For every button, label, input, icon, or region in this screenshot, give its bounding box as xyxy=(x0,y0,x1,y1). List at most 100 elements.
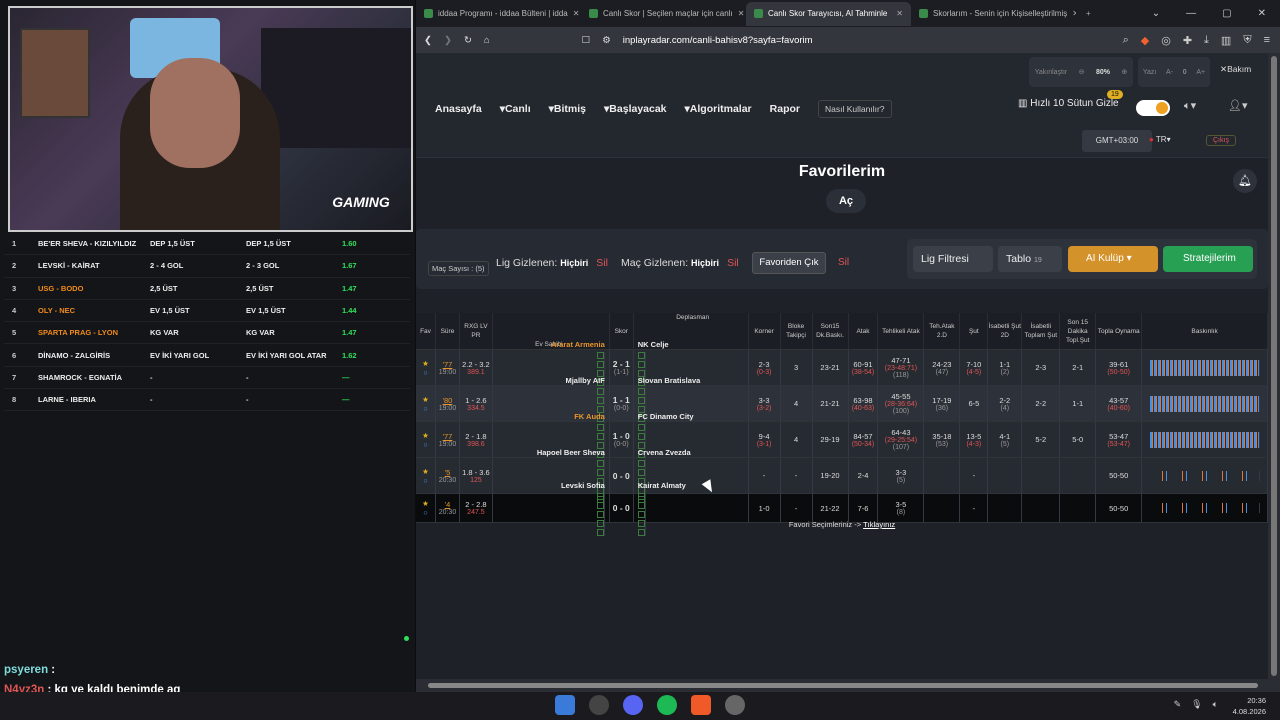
star-icon[interactable]: ★ xyxy=(422,499,429,508)
home-icon[interactable]: ⌂ xyxy=(484,35,490,46)
strategies-button[interactable]: Stratejilerim xyxy=(1163,246,1253,272)
font-control[interactable]: Yazı A- 0 A+ xyxy=(1138,57,1210,87)
bell-icon[interactable]: 🔔︎ xyxy=(1233,169,1257,193)
menu-item[interactable]: ▾Başlayacak xyxy=(604,103,667,115)
open-button[interactable]: Aç xyxy=(826,189,866,213)
column-header[interactable]: Süre xyxy=(436,313,460,349)
home-team[interactable]: Hapoel Beer Sheva xyxy=(537,448,605,457)
hide-columns-button[interactable]: ▥ Hızlı 10 Sütun Gizle xyxy=(1018,98,1119,109)
discord-icon[interactable] xyxy=(623,695,643,715)
match-clear-button[interactable]: Sil xyxy=(727,257,739,269)
menu-icon[interactable]: ≡ xyxy=(1264,34,1270,47)
match-row[interactable]: ★ ○ '77 19:00 2.2 - 3.2 389.1 Ararat Armenia 2 … xyxy=(416,340,1268,395)
zoom-control[interactable]: Yakınlaştır ⊖ 80% ⊕ xyxy=(1029,57,1133,87)
footer-link[interactable]: Tıklayınız xyxy=(863,520,895,529)
info-icon[interactable]: ○ xyxy=(423,368,428,377)
column-header[interactable]: Bloke Takipçi xyxy=(781,313,813,349)
extension-icon[interactable]: ◎ xyxy=(1161,34,1171,47)
away-team[interactable]: NK Celje xyxy=(638,340,669,349)
zoom-icon[interactable]: ⌕ xyxy=(1123,34,1129,47)
brave-icon[interactable] xyxy=(691,695,711,715)
brave-shield-icon[interactable]: ◆ xyxy=(1141,34,1149,47)
new-tab-icon[interactable]: + xyxy=(1076,9,1101,18)
sidebar-icon[interactable]: ▥ xyxy=(1221,34,1231,47)
star-icon[interactable]: ★ xyxy=(422,395,429,404)
column-header[interactable]: Topla Oynama xyxy=(1096,313,1143,349)
star-icon[interactable]: ★ xyxy=(422,467,429,476)
match-row[interactable]: ★ ○ '80 19:00 1 - 2.6 334.5 Mjallby AIF 1 - 1 (0… xyxy=(416,376,1268,431)
column-header[interactable]: Korner xyxy=(749,313,781,349)
menu-item[interactable]: ▾Canlı xyxy=(500,103,531,115)
league-clear-button[interactable]: Sil xyxy=(596,257,608,269)
vertical-scrollbar[interactable] xyxy=(1268,53,1280,679)
menu-item[interactable]: Anasayfa xyxy=(435,103,482,115)
close-tab-icon[interactable]: ✕ xyxy=(738,9,745,18)
away-team[interactable]: FC Dinamo City xyxy=(638,412,694,421)
match-row[interactable]: ★ ○ '5 20:30 1.8 - 3.6 125 Hapoel Beer Sheva 0 … xyxy=(416,448,1268,503)
column-header[interactable]: Son 15 Dakika Topl.Şut xyxy=(1060,313,1097,349)
font-plus-button[interactable]: A+ xyxy=(1196,69,1205,76)
user-icon[interactable]: 👤︎▾ xyxy=(1228,99,1248,112)
info-icon[interactable]: ○ xyxy=(423,476,428,485)
menu-item[interactable]: Rapor xyxy=(770,103,800,115)
column-header[interactable]: Skor xyxy=(610,313,634,349)
chevron-down-icon[interactable]: ⌄ xyxy=(1152,8,1160,19)
pen-icon[interactable]: ✎ xyxy=(1174,699,1182,710)
browser-tab[interactable]: Skorlarım - Senin için Kişiselleştirilmi… xyxy=(911,2,1076,26)
column-header[interactable]: Atak xyxy=(849,313,879,349)
theme-toggle[interactable] xyxy=(1136,100,1170,116)
unfavorite-clear-button[interactable]: Sil xyxy=(838,257,849,268)
info-icon[interactable]: ○ xyxy=(423,404,428,413)
chat-user[interactable]: psyeren xyxy=(4,664,48,676)
zoom-out-icon[interactable]: ⊖ xyxy=(1079,68,1085,76)
home-team[interactable]: Mjallby AIF xyxy=(565,376,604,385)
minimize-icon[interactable]: — xyxy=(1186,8,1196,19)
close-icon[interactable]: ✕ xyxy=(1258,8,1266,19)
home-team[interactable]: FK Auda xyxy=(574,412,605,421)
table-button[interactable]: Tablo 19 xyxy=(998,246,1062,272)
column-header[interactable]: Tehlikeli Atak xyxy=(878,313,925,349)
logout-button[interactable]: Çıkış xyxy=(1206,135,1236,146)
away-team[interactable]: Kairat Almaty xyxy=(638,481,686,490)
horizontal-scrollbar[interactable] xyxy=(416,679,1280,692)
reload-icon[interactable]: ↻ xyxy=(464,35,472,46)
vpn-icon[interactable]: ⛨ xyxy=(1243,34,1251,47)
globe-icon[interactable] xyxy=(725,695,745,715)
site-settings-icon[interactable]: ⚙ xyxy=(602,35,611,46)
star-icon[interactable]: ★ xyxy=(422,359,429,368)
column-header[interactable]: RXG LV PR xyxy=(460,313,493,349)
bookmark-icon[interactable]: ☐ xyxy=(582,35,591,46)
app-icon[interactable] xyxy=(589,695,609,715)
column-header[interactable]: İsabetli Şut 2D xyxy=(988,313,1023,349)
menu-item[interactable]: ▾Algoritmalar xyxy=(685,103,752,115)
close-tab-icon[interactable]: ✕ xyxy=(573,9,580,18)
volume-icon[interactable]: 🔈︎ xyxy=(1213,699,1218,710)
sound-icon[interactable]: 🔈︎▾ xyxy=(1184,99,1196,113)
column-header[interactable]: Teh.Atak 2.D xyxy=(924,313,961,349)
zoom-in-icon[interactable]: ⊕ xyxy=(1121,68,1127,76)
unfavorite-button[interactable]: Favoriden Çık xyxy=(752,252,826,274)
away-team[interactable]: Slovan Bratislava xyxy=(638,376,701,385)
language-select[interactable]: ● TR▾ xyxy=(1149,135,1171,144)
browser-tab[interactable]: Canlı Skor | Seçilen maçlar için canlı ✕ xyxy=(581,2,746,26)
match-row[interactable]: ★ ○ '4 20:30 2 - 2.8 247.5 Levski Sofia 0 - 0 Ka… xyxy=(416,481,1268,536)
font-minus-button[interactable]: A- xyxy=(1166,69,1173,76)
download-icon[interactable]: ⤓ xyxy=(1204,34,1209,47)
back-icon[interactable]: ❮ xyxy=(424,35,432,46)
browser-tab[interactable]: Canlı Skor Tarayıcısı, AI Tahminle ✕ xyxy=(746,1,911,26)
column-header[interactable]: Şut xyxy=(960,313,989,349)
menu-item[interactable]: ▾Bitmiş xyxy=(549,103,586,115)
away-team[interactable]: Crvena Zvezda xyxy=(638,448,691,457)
maximize-icon[interactable]: ▢ xyxy=(1222,8,1231,19)
column-header[interactable]: Fav xyxy=(416,313,436,349)
info-icon[interactable]: ○ xyxy=(423,440,428,449)
timezone-select[interactable]: GMT+03:00 xyxy=(1082,130,1152,152)
home-team[interactable]: Levski Sofia xyxy=(561,481,605,490)
column-header[interactable]: Son15 Dk.Baskı. xyxy=(813,313,849,349)
bakim-button[interactable]: ✕Bakım xyxy=(1220,64,1251,75)
forward-icon[interactable]: ❯ xyxy=(444,35,452,46)
mic-icon[interactable]: 🎙︎ xyxy=(1191,699,1202,710)
info-icon[interactable]: ○ xyxy=(423,508,428,517)
close-tab-icon[interactable]: ✕ xyxy=(896,9,903,18)
clock[interactable]: 20:36 4.08.2026 xyxy=(1233,695,1266,717)
